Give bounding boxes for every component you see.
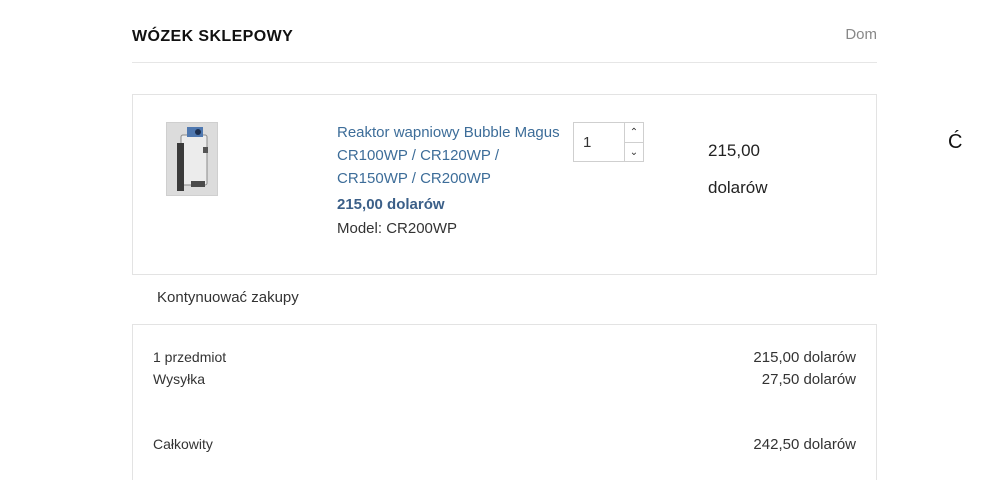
product-image[interactable] [166,122,218,196]
summary-total-value: 242,50 dolarów [753,436,856,453]
page-header: WÓZEK SKLEPOWY Dom [132,18,877,63]
summary-items-value: 215,00 dolarów [753,349,856,366]
cart-items-box: Reaktor wapniowy Bubble Magus CR100WP / … [132,94,877,275]
order-summary: 1 przedmiot 215,00 dolarów Wysyłka 27,50… [132,324,877,480]
summary-total-label: Całkowity [153,436,213,452]
quantity-stepper: ⌃ ⌄ [573,122,644,162]
summary-items-label: 1 przedmiot [153,349,227,365]
product-thumbnail-icon [167,123,217,195]
summary-row-total: Całkowity 242,50 dolarów [153,436,856,453]
remove-item-icon[interactable]: Ć [948,131,962,154]
quantity-increase-button[interactable]: ⌃ [624,123,643,142]
cart-page: WÓZEK SKLEPOWY Dom Reaktor wapniowy Bubb… [0,0,1000,480]
summary-row-shipping: Wysyłka 27,50 dolarów [153,371,856,388]
continue-shopping-link[interactable]: Kontynuować zakupy [157,289,299,306]
chevron-up-icon: ⌃ [629,127,639,138]
quantity-decrease-button[interactable]: ⌄ [624,142,643,161]
product-model: Model: CR200WP [337,220,458,237]
quantity-input[interactable] [574,123,624,161]
product-name-link[interactable]: Reaktor wapniowy Bubble Magus CR100WP / … [337,121,562,190]
product-unit-price: 215,00 dolarów [337,196,445,213]
summary-row-items: 1 przedmiot 215,00 dolarów [153,349,856,366]
line-total: 215,00 dolarów [708,141,768,197]
summary-shipping-label: Wysyłka [153,371,205,387]
breadcrumb-home-link[interactable]: Dom [845,26,877,43]
chevron-down-icon: ⌄ [629,147,639,158]
summary-shipping-value: 27,50 dolarów [761,371,856,388]
page-title: WÓZEK SKLEPOWY [132,28,294,45]
